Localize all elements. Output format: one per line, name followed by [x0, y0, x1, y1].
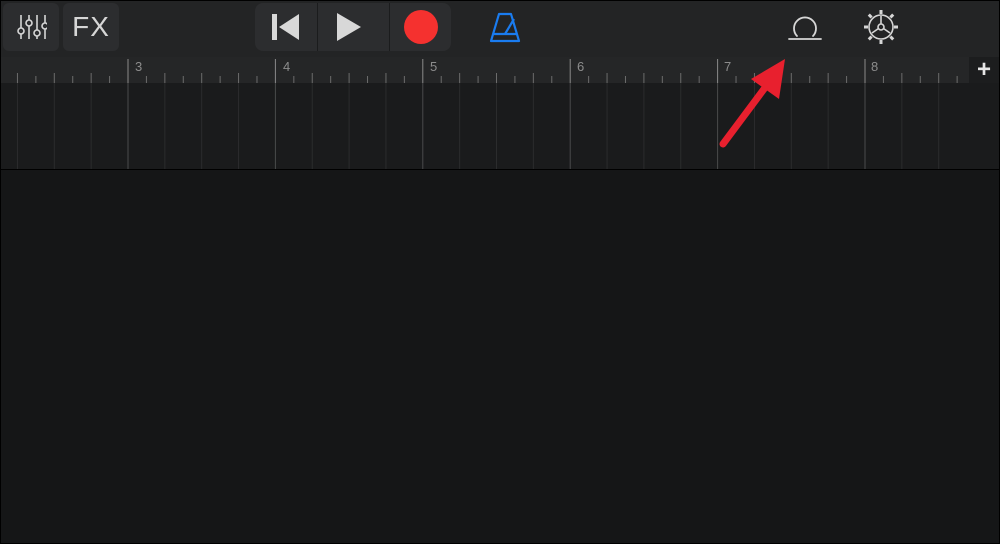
play-button[interactable]	[318, 3, 380, 51]
bar-number: 6	[577, 59, 585, 74]
add-track-button[interactable]: +	[969, 56, 999, 83]
beat-grid	[16, 83, 940, 169]
record-icon	[404, 10, 438, 44]
fx-button[interactable]: FX	[63, 3, 119, 51]
toolbar: FX	[1, 1, 999, 57]
track-lane[interactable]	[1, 83, 999, 169]
ruler-ticks	[16, 59, 958, 83]
bar-number: 8	[871, 59, 879, 74]
plus-icon: +	[976, 56, 991, 83]
mixer-sliders-icon	[17, 15, 47, 39]
garageband-tracks-view: FX 3 4 5 6 7 8 +	[0, 0, 1000, 544]
bar-number: 4	[283, 59, 291, 74]
metronome-button[interactable]	[477, 3, 533, 51]
fx-label: FX	[72, 11, 110, 42]
annotation-arrow-icon	[719, 59, 785, 148]
transport-controls	[255, 3, 451, 51]
go-to-beginning-icon	[272, 14, 299, 40]
loop-icon	[788, 16, 822, 40]
play-icon	[337, 13, 361, 41]
empty-tracks-area[interactable]	[1, 170, 999, 543]
mixer-button[interactable]	[3, 3, 59, 51]
record-button[interactable]	[390, 3, 452, 51]
go-to-beginning-button[interactable]	[255, 3, 317, 51]
bar-number: 3	[135, 59, 143, 74]
metronome-icon	[489, 12, 521, 43]
gear-icon	[864, 10, 898, 44]
timeline-ruler[interactable]: 3 4 5 6 7 8	[1, 57, 969, 83]
bar-number: 5	[430, 59, 438, 74]
settings-button[interactable]	[853, 3, 909, 51]
loop-browser-button[interactable]	[777, 3, 833, 51]
